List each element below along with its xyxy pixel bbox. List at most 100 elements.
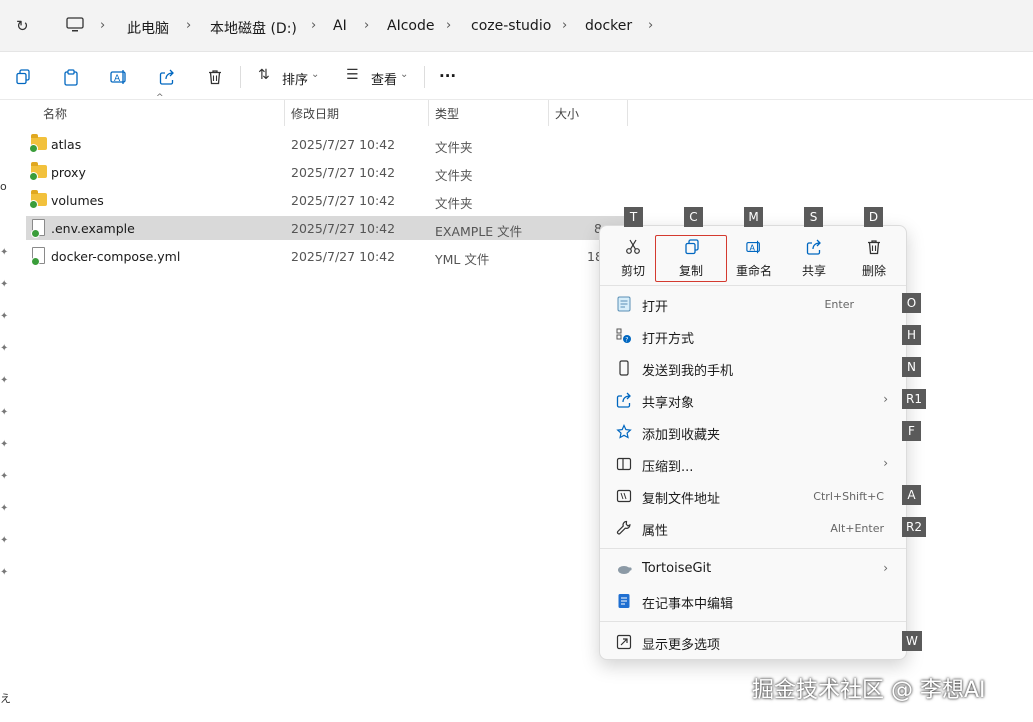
menu-item-share-with[interactable]: 共享对象 › xyxy=(608,385,900,415)
breadcrumb-item[interactable]: docker xyxy=(585,18,632,34)
sort-button[interactable]: 排序 xyxy=(282,69,308,88)
sort-icon[interactable]: ⇅ xyxy=(258,67,270,83)
menu-item-label: 属性 xyxy=(642,524,669,539)
breadcrumb-item[interactable]: 本地磁盘 (D:) xyxy=(210,18,297,38)
column-divider[interactable] xyxy=(548,100,549,126)
delete-label: 删除 xyxy=(861,264,886,278)
menu-item-copy-path[interactable]: 复制文件地址 Ctrl+Shift+C xyxy=(608,481,900,511)
file-type: 文件夹 xyxy=(435,140,473,155)
breadcrumb-item[interactable]: 此电脑 xyxy=(127,18,169,38)
view-icon[interactable]: ☰ xyxy=(346,67,359,83)
copy-label: 复制 xyxy=(678,264,703,278)
column-divider[interactable] xyxy=(627,100,628,126)
delete-button[interactable]: 删除 xyxy=(847,236,901,284)
view-button[interactable]: 查看 xyxy=(371,69,397,88)
copy-button[interactable]: 复制 xyxy=(655,235,727,282)
rename-icon: A xyxy=(746,240,760,254)
chevron-right-icon[interactable]: › xyxy=(364,18,369,33)
table-row[interactable]: volumes 2025/7/27 10:42 文件夹 xyxy=(26,188,626,212)
share-icon xyxy=(806,239,821,255)
breadcrumb-item[interactable]: AIcode xyxy=(387,18,434,34)
column-header-size[interactable]: 大小 xyxy=(555,105,579,122)
menu-item-shortcut: Ctrl+Shift+C xyxy=(813,490,884,503)
chevron-right-icon[interactable]: › xyxy=(186,18,191,33)
refresh-icon[interactable]: ↻ xyxy=(16,17,29,35)
table-row[interactable]: atlas 2025/7/27 10:42 文件夹 xyxy=(26,132,626,156)
chevron-down-icon[interactable]: ⌄ xyxy=(311,69,319,80)
trash-icon[interactable] xyxy=(204,66,226,88)
more-options-button[interactable]: ··· xyxy=(439,67,456,85)
rename-label: 重命名 xyxy=(735,264,772,278)
access-key-badge: H xyxy=(902,325,921,345)
expand-icon xyxy=(616,634,632,650)
access-key-badge: D xyxy=(864,207,883,227)
file-date: 2025/7/27 10:42 xyxy=(291,249,396,264)
access-key-badge: T xyxy=(624,207,643,227)
menu-item-label: 添加到收藏夹 xyxy=(642,428,721,443)
cut-button[interactable]: 剪切 xyxy=(606,236,660,284)
menu-item-label: 发送到我的手机 xyxy=(642,364,734,379)
path-icon xyxy=(616,489,632,503)
copy-icon[interactable] xyxy=(12,66,34,88)
menu-item-compress[interactable]: 压缩到... › xyxy=(608,449,900,479)
access-key-badge: F xyxy=(902,421,921,441)
column-divider[interactable] xyxy=(428,100,429,126)
menu-item-label: 显示更多选项 xyxy=(642,638,721,653)
computer-icon xyxy=(66,17,84,32)
breadcrumb-item[interactable]: coze-studio xyxy=(471,18,551,34)
column-header-type[interactable]: 类型 xyxy=(435,105,459,122)
rename-icon[interactable]: A xyxy=(108,66,130,88)
chevron-right-icon[interactable]: › xyxy=(311,18,316,33)
share-icon[interactable] xyxy=(156,66,178,88)
menu-item-open-with[interactable]: ? 打开方式 xyxy=(608,321,900,351)
tortoise-icon xyxy=(618,566,632,574)
column-header-name[interactable]: 名称 xyxy=(43,105,67,122)
menu-item-label: 打开 xyxy=(642,300,669,315)
share-button[interactable]: 共享 xyxy=(787,236,841,284)
access-key-badge: C xyxy=(684,207,703,227)
pin-icon: ✦ xyxy=(0,503,9,514)
menu-item-send-to-phone[interactable]: 发送到我的手机 xyxy=(608,353,900,383)
menu-item-label: 在记事本中编辑 xyxy=(642,597,734,612)
toolbar-divider xyxy=(424,66,425,88)
chevron-right-icon[interactable]: › xyxy=(648,18,653,33)
menu-divider xyxy=(600,548,906,549)
menu-item-edit-notepad[interactable]: 在记事本中编辑 xyxy=(608,586,900,616)
chevron-right-icon[interactable]: › xyxy=(446,18,451,33)
paste-icon[interactable] xyxy=(60,66,82,88)
table-row[interactable]: proxy 2025/7/27 10:42 文件夹 xyxy=(26,160,626,184)
pin-icon: ✦ xyxy=(0,247,9,258)
access-key-badge: S xyxy=(804,207,823,227)
menu-item-open[interactable]: 打开 Enter xyxy=(608,289,900,319)
access-key-badge: O xyxy=(902,293,921,313)
folder-icon xyxy=(29,190,47,209)
menu-item-label: 复制文件地址 xyxy=(642,492,721,507)
file-name: atlas xyxy=(51,137,82,152)
zip-icon xyxy=(616,457,632,471)
breadcrumb-item[interactable]: AI xyxy=(333,18,347,34)
pin-icon: ✦ xyxy=(0,567,9,578)
table-row[interactable]: docker-compose.yml 2025/7/27 10:42 YML 文… xyxy=(26,244,626,268)
menu-item-show-more[interactable]: 显示更多选项 xyxy=(608,627,900,657)
folder-icon xyxy=(29,162,47,181)
menu-item-label: TortoiseGit xyxy=(642,561,712,576)
chevron-down-icon[interactable]: ⌄ xyxy=(400,69,408,80)
menu-item-shortcut: Alt+Enter xyxy=(830,522,884,535)
trash-icon xyxy=(868,240,880,255)
chevron-right-icon[interactable]: › xyxy=(562,18,567,33)
star-icon xyxy=(616,424,632,439)
column-header-date[interactable]: 修改日期 xyxy=(291,105,339,122)
wrench-icon xyxy=(616,520,631,535)
menu-divider xyxy=(600,285,906,286)
rename-button[interactable]: A 重命名 xyxy=(727,236,781,284)
chevron-right-icon[interactable]: › xyxy=(100,18,105,33)
menu-item-add-favorites[interactable]: 添加到收藏夹 xyxy=(608,417,900,447)
chevron-right-icon: › xyxy=(883,456,888,470)
column-divider[interactable] xyxy=(284,100,285,126)
access-key-badge: A xyxy=(902,485,921,505)
menu-item-tortoisegit[interactable]: TortoiseGit › xyxy=(608,554,900,584)
table-row-selected[interactable]: .env.example 2025/7/27 10:42 EXAMPLE 文件 … xyxy=(26,216,626,240)
menu-item-properties[interactable]: 属性 Alt+Enter xyxy=(608,513,900,543)
file-type: EXAMPLE 文件 xyxy=(435,224,523,239)
menu-item-shortcut: Enter xyxy=(824,298,854,311)
